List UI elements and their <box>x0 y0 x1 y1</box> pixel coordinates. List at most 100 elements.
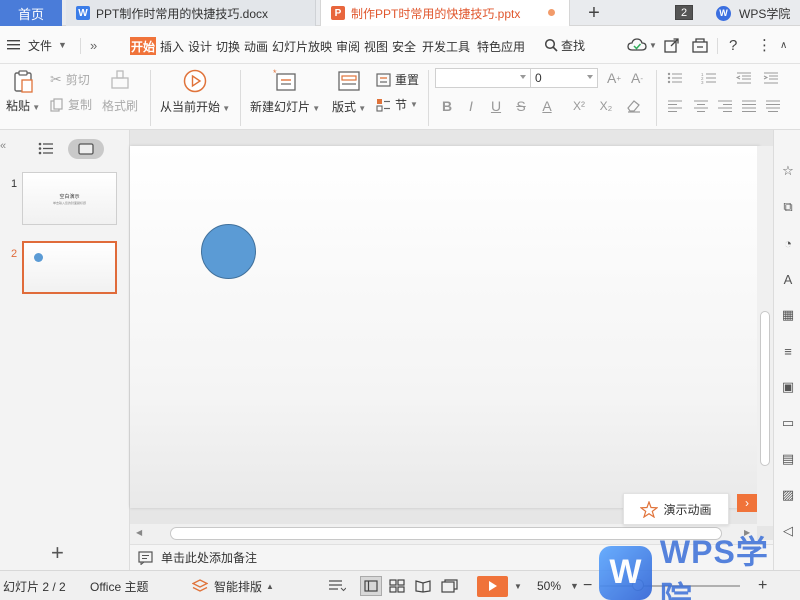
tab-presentation[interactable]: P 制作PPT时常用的快捷技巧.pptx <box>320 0 570 26</box>
collaborate-icon[interactable] <box>692 26 708 64</box>
layout-button[interactable]: 版式 ▼ <box>332 69 366 115</box>
copy-button[interactable]: 复制 <box>50 96 92 113</box>
animation-panel-toggle-icon[interactable]: › <box>737 494 757 512</box>
tab-security[interactable]: 安全 <box>391 37 417 55</box>
zoom-level[interactable]: 50% <box>537 571 561 600</box>
expand-menu-button[interactable]: » <box>90 26 97 64</box>
collapse-ribbon-icon[interactable]: ∧ <box>780 26 787 64</box>
tab-home[interactable]: 首页 <box>0 0 62 26</box>
presenter-view-icon[interactable] <box>441 571 458 600</box>
star-animation-icon[interactable]: ☆ <box>779 162 797 180</box>
slide-thumbnail-1[interactable]: 空白演示 单击输入您的封面副标题 <box>22 172 117 225</box>
slideshow-play-button[interactable]: ▼ <box>477 571 522 600</box>
underline-button[interactable]: U <box>487 97 505 115</box>
play-from-current-button[interactable]: 从当前开始 ▼ <box>160 69 230 115</box>
tab-animation[interactable]: 动画 <box>243 37 269 55</box>
align-left-icon[interactable] <box>666 97 684 115</box>
demo-animation-button[interactable]: 演示动画 <box>623 493 729 525</box>
bold-button[interactable]: B <box>438 97 456 115</box>
text-fill-icon[interactable]: A <box>779 270 797 288</box>
vertical-scrollbar[interactable] <box>757 146 773 526</box>
tab-slideshow[interactable]: 幻灯片放映 <box>271 37 333 55</box>
new-slide-button[interactable]: * 新建幻灯片 ▼ <box>250 69 320 115</box>
smart-layout-button[interactable]: 智能排版 ▲ <box>192 571 274 600</box>
bullet-list-icon[interactable] <box>666 69 684 87</box>
horizontal-scroll-thumb[interactable] <box>170 527 722 540</box>
share-icon[interactable] <box>664 26 679 64</box>
window-count-badge[interactable]: 2 <box>675 5 693 20</box>
section-button[interactable]: 节 ▼ <box>376 96 418 113</box>
properties-icon[interactable]: ≡ <box>779 342 797 360</box>
decrease-indent-icon[interactable] <box>735 69 753 87</box>
eraser-icon[interactable] <box>624 97 642 115</box>
tab-developer[interactable]: 开发工具 <box>421 37 471 55</box>
help-icon[interactable]: ? <box>729 26 737 64</box>
search-icon <box>544 38 558 52</box>
font-name-select[interactable] <box>435 68 531 88</box>
new-tab-button[interactable]: + <box>582 1 606 25</box>
image-icon[interactable]: ▨ <box>779 486 797 504</box>
strikethrough-button[interactable]: S <box>512 97 530 115</box>
smart-layout-label: 智能排版 <box>214 579 263 594</box>
justify-icon[interactable] <box>740 97 758 115</box>
normal-view-button[interactable] <box>360 571 382 600</box>
font-size-select[interactable]: 0 <box>530 68 598 88</box>
play-icon <box>477 575 508 597</box>
tab-special[interactable]: 特色应用 <box>476 37 526 55</box>
scroll-left-icon[interactable]: ◀ <box>136 528 142 537</box>
increase-indent-icon[interactable] <box>762 69 780 87</box>
zoom-dropdown-icon[interactable]: ▼ <box>570 571 579 600</box>
outline-view-icon[interactable] <box>38 142 54 158</box>
tab-transition[interactable]: 切换 <box>215 37 241 55</box>
search-button[interactable]: 查找 <box>544 26 585 64</box>
more-options-icon[interactable]: ⋮ <box>757 26 772 64</box>
zoom-out-button[interactable]: − <box>583 571 592 600</box>
vertical-scroll-thumb[interactable] <box>760 311 770 466</box>
copy-style-icon[interactable]: ⧉ <box>779 198 797 216</box>
slide-sorter-icon[interactable] <box>389 571 405 600</box>
tab-document[interactable]: W PPT制作时常用的快捷技巧.docx <box>66 0 316 26</box>
archive-icon[interactable]: ▤ <box>779 450 797 468</box>
current-slide[interactable] <box>130 146 760 508</box>
picture-icon[interactable]: ▣ <box>779 378 797 396</box>
increase-font-icon[interactable]: A + <box>605 69 623 87</box>
svg-text:*: * <box>273 69 277 78</box>
superscript-button[interactable]: X² <box>570 97 588 115</box>
align-center-icon[interactable] <box>692 97 710 115</box>
tab-insert[interactable]: 插入 <box>159 37 185 55</box>
slide-view-toggle[interactable] <box>68 139 104 159</box>
grid-icon[interactable]: ▦ <box>779 306 797 324</box>
format-painter-button[interactable]: 格式刷 <box>102 69 138 114</box>
shapes-icon[interactable]: ◔ <box>779 234 797 252</box>
tab-design[interactable]: 设计 <box>187 37 213 55</box>
reading-view-icon[interactable] <box>415 571 431 600</box>
cloud-sync-icon[interactable]: ▼ <box>627 26 657 64</box>
tab-review[interactable]: 审阅 <box>335 37 361 55</box>
reset-button[interactable]: 重置 <box>376 71 419 88</box>
paste-button[interactable]: 粘贴 ▼ <box>6 69 40 114</box>
decrease-font-icon[interactable]: A- <box>628 69 646 87</box>
cut-button[interactable]: ✂ 剪切 <box>50 71 90 88</box>
collapse-pane-icon[interactable]: « <box>0 140 6 152</box>
slide-number: 1 <box>11 178 18 190</box>
tab-view[interactable]: 视图 <box>363 37 389 55</box>
file-menu[interactable]: 文件 ▼ <box>28 26 67 64</box>
slide-thumbnail-2[interactable] <box>22 241 117 294</box>
notes-toggle-icon[interactable] <box>328 571 346 600</box>
scissors-icon: ✂ <box>50 71 62 87</box>
italic-button[interactable]: I <box>462 97 480 115</box>
font-color-button[interactable]: A <box>538 97 556 115</box>
theme-name[interactable]: Office 主题 <box>90 571 148 600</box>
circle-shape[interactable] <box>201 224 256 279</box>
add-slide-button[interactable]: + <box>51 540 64 566</box>
tab-start[interactable]: 开始 <box>130 37 157 55</box>
star-icon <box>640 500 659 518</box>
distributed-align-icon[interactable] <box>764 97 782 115</box>
wps-academy-link[interactable]: W WPS学院 <box>716 0 790 26</box>
wps-watermark-logo-icon: W <box>599 545 652 600</box>
align-right-icon[interactable] <box>716 97 734 115</box>
hamburger-menu-icon[interactable] <box>7 26 21 64</box>
numbered-list-icon[interactable]: 123 <box>700 69 718 87</box>
backup-icon[interactable]: ▭ <box>779 414 797 432</box>
subscript-button[interactable]: X₂ <box>597 97 615 115</box>
